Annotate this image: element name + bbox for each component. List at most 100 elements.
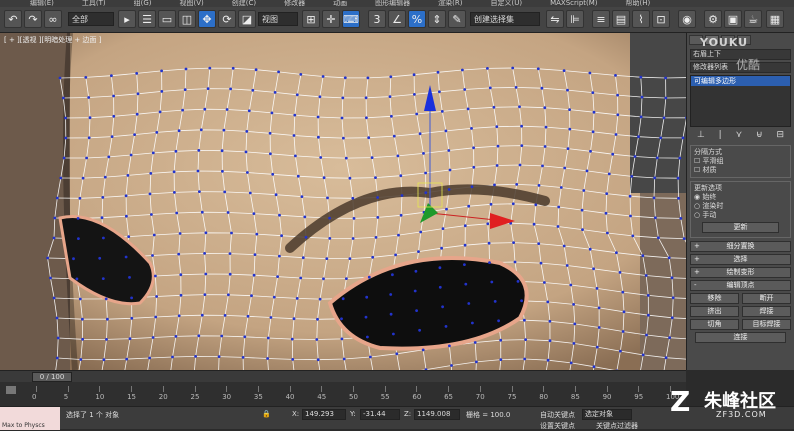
mesh-vertex[interactable]	[98, 256, 102, 260]
mesh-vertex[interactable]	[572, 303, 575, 306]
mesh-vertex[interactable]	[204, 231, 208, 235]
mesh-vertex[interactable]	[614, 133, 618, 136]
mesh-vertex[interactable]	[102, 236, 105, 240]
mesh-vertex[interactable]	[569, 361, 573, 365]
mesh-vertex[interactable]	[621, 290, 625, 294]
always-radio[interactable]: ◉ 始终	[694, 193, 787, 202]
mesh-vertex[interactable]	[251, 88, 255, 92]
mesh-vertex[interactable]	[513, 260, 517, 264]
mesh-vertex[interactable]	[127, 235, 131, 239]
mesh-vertex[interactable]	[630, 175, 634, 178]
mesh-vertex[interactable]	[523, 357, 527, 361]
mesh-vertex[interactable]	[55, 356, 59, 360]
menu-item[interactable]: 动画	[333, 0, 347, 7]
mesh-vertex[interactable]	[499, 358, 503, 361]
mesh-vertex[interactable]	[640, 95, 644, 99]
mesh-vertex[interactable]	[81, 317, 84, 321]
mesh-vertex[interactable]	[316, 115, 320, 119]
break-button[interactable]: 断开	[742, 293, 791, 304]
mesh-vertex[interactable]	[585, 169, 589, 173]
mesh-vertex[interactable]	[523, 318, 526, 322]
mesh-vertex[interactable]	[78, 297, 82, 301]
remove-button[interactable]: 移除	[690, 293, 739, 304]
mesh-vertex[interactable]	[299, 73, 303, 76]
menu-item[interactable]: 视图(V)	[180, 0, 204, 7]
mesh-vertex[interactable]	[181, 108, 185, 112]
make-unique-icon[interactable]: ⋎	[736, 130, 743, 142]
connect-button[interactable]: 连接	[695, 332, 786, 343]
mesh-vertex[interactable]	[112, 114, 116, 118]
mesh-vertex[interactable]	[112, 94, 115, 98]
mesh-vertex[interactable]	[252, 273, 256, 277]
mesh-vertex[interactable]	[447, 188, 451, 191]
mesh-vertex[interactable]	[105, 338, 108, 341]
mesh-vertex[interactable]	[536, 67, 540, 71]
mesh-vertex[interactable]	[464, 282, 468, 286]
mesh-vertex[interactable]	[399, 174, 403, 178]
mesh-vertex[interactable]	[154, 315, 158, 319]
mesh-vertex[interactable]	[520, 124, 523, 128]
mesh-vertex[interactable]	[544, 125, 548, 129]
mesh-vertex[interactable]	[562, 69, 566, 72]
mesh-vertex[interactable]	[414, 269, 418, 273]
select-object-icon[interactable]: ▸	[118, 10, 136, 28]
mesh-vertex[interactable]	[301, 256, 305, 260]
mesh-vertex[interactable]	[664, 76, 667, 80]
mesh-vertex[interactable]	[150, 213, 153, 216]
rollout-header[interactable]: + 选择	[690, 254, 791, 265]
mesh-vertex[interactable]	[171, 355, 174, 359]
material-checkbox[interactable]: ☐ 材质	[694, 166, 787, 175]
menu-item[interactable]: 渲染(R)	[438, 0, 462, 7]
mesh-vertex[interactable]	[58, 76, 62, 80]
mesh-vertex[interactable]	[664, 356, 668, 360]
mesh-vertex[interactable]	[225, 108, 229, 111]
menu-item[interactable]: 工具(T)	[82, 0, 106, 7]
mesh-vertex[interactable]	[559, 186, 563, 189]
mesh-vertex[interactable]	[316, 358, 320, 362]
mesh-vertex[interactable]	[304, 235, 308, 239]
mesh-vertex[interactable]	[274, 193, 278, 197]
mesh-vertex[interactable]	[495, 164, 499, 167]
mesh-vertex[interactable]	[246, 171, 249, 174]
update-button[interactable]: 更新	[702, 222, 779, 233]
mesh-vertex[interactable]	[221, 169, 224, 173]
mesh-vertex[interactable]	[374, 176, 377, 180]
mesh-vertex[interactable]	[546, 300, 550, 304]
mesh-vertex[interactable]	[107, 155, 111, 159]
mesh-vertex[interactable]	[303, 215, 307, 219]
mesh-vertex[interactable]	[618, 271, 622, 274]
mesh-vertex[interactable]	[84, 76, 88, 79]
curve-editor-icon[interactable]: ⌇	[632, 10, 650, 28]
mesh-vertex[interactable]	[448, 168, 452, 172]
mesh-vertex[interactable]	[486, 67, 489, 70]
mesh-vertex[interactable]	[637, 135, 640, 139]
mesh-vertex[interactable]	[295, 297, 299, 300]
mesh-vertex[interactable]	[228, 272, 232, 276]
mesh-vertex[interactable]	[534, 203, 538, 207]
mesh-vertex[interactable]	[664, 96, 668, 100]
mesh-vertex[interactable]	[55, 316, 59, 320]
mesh-vertex[interactable]	[631, 234, 635, 238]
rollout-header[interactable]: + 细分置换	[690, 241, 791, 252]
menu-item[interactable]: 组(G)	[134, 0, 152, 7]
mesh-vertex[interactable]	[154, 274, 157, 278]
named-selection-select[interactable]: 创建选择集	[470, 12, 540, 26]
mesh-vertex[interactable]	[351, 196, 355, 200]
mesh-vertex[interactable]	[177, 314, 181, 318]
mesh-vertex[interactable]	[641, 353, 645, 357]
mesh-vertex[interactable]	[244, 150, 248, 154]
mesh-vertex[interactable]	[421, 348, 425, 352]
mesh-vertex[interactable]	[155, 131, 159, 134]
mesh-vertex[interactable]	[292, 317, 296, 321]
perspective-viewport[interactable]: [ + ][透视 ][明暗处理 + 边面 ]	[0, 33, 686, 370]
mesh-vertex[interactable]	[183, 88, 187, 91]
mesh-vertex[interactable]	[365, 116, 368, 120]
mesh-vertex[interactable]	[266, 336, 270, 340]
mesh-vertex[interactable]	[64, 136, 68, 140]
mesh-vertex[interactable]	[87, 96, 91, 99]
mesh-vertex[interactable]	[318, 297, 322, 301]
align-icon[interactable]: ⊫	[566, 10, 584, 28]
mesh-vertex[interactable]	[418, 132, 422, 136]
mesh-vertex[interactable]	[277, 70, 280, 74]
menu-item[interactable]: 帮助(H)	[626, 0, 651, 7]
